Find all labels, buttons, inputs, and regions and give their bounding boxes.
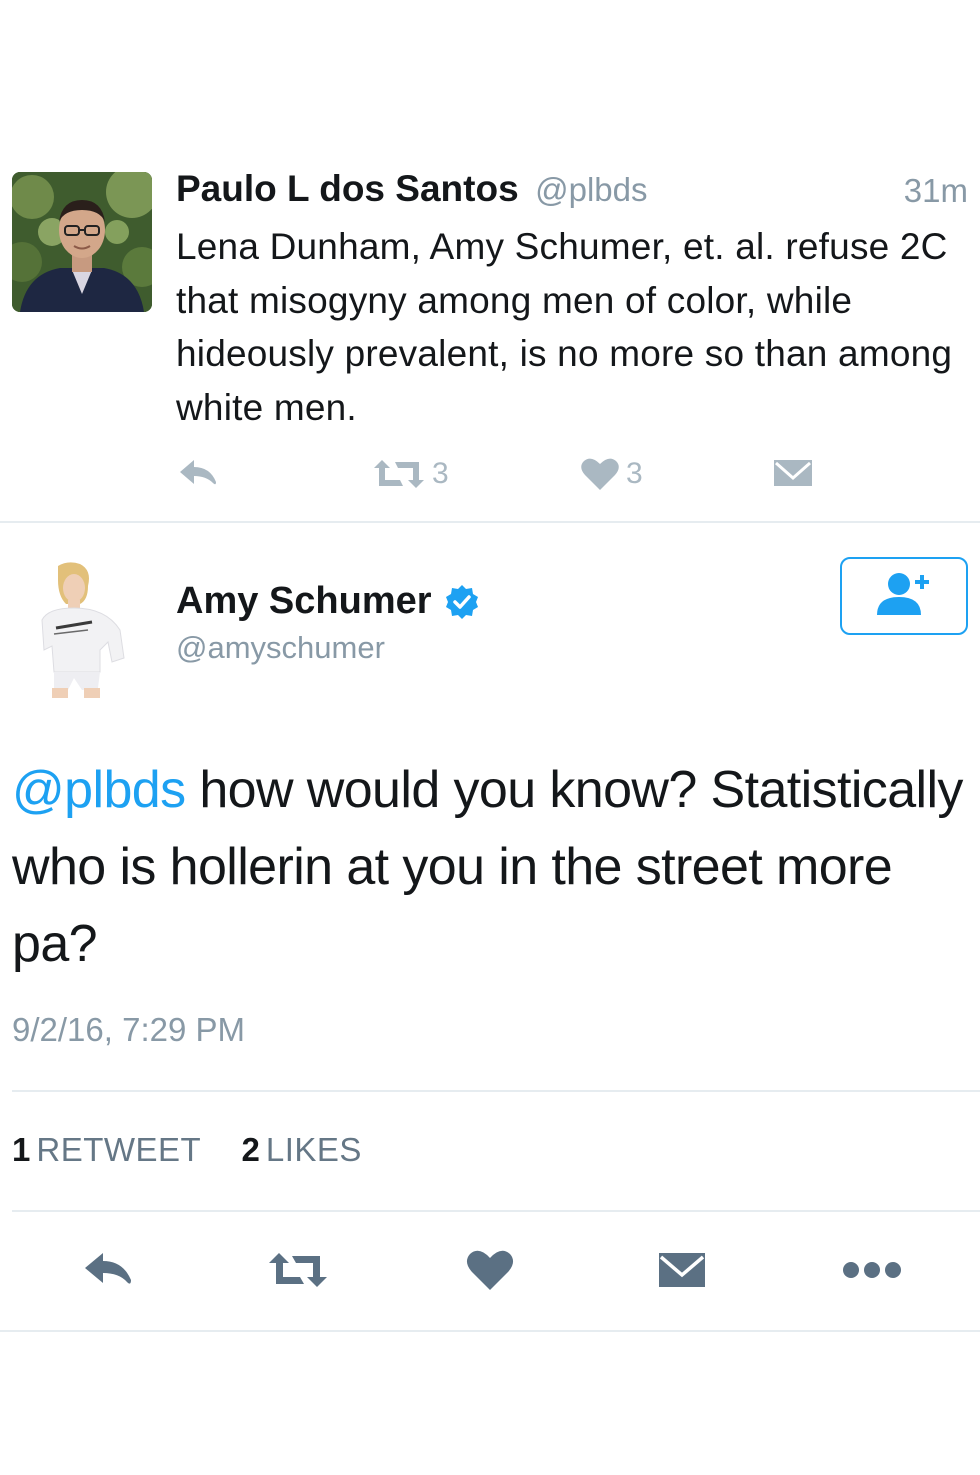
reply-author-avatar[interactable]: [12, 172, 152, 312]
divider: [0, 1330, 980, 1332]
divider: [12, 1090, 980, 1092]
add-user-icon: [873, 569, 935, 624]
reply-icon: [176, 456, 222, 492]
reply-retweet-count: 3: [432, 457, 449, 490]
like-button[interactable]: [460, 1244, 520, 1300]
reply-like-count: 3: [626, 457, 643, 490]
heart-icon: [580, 456, 620, 492]
divider: [12, 1210, 980, 1212]
tweet-mention-link[interactable]: @plbds: [12, 761, 186, 819]
more-button[interactable]: [842, 1244, 902, 1300]
likes-label: LIKES: [265, 1131, 362, 1168]
heart-icon: [466, 1248, 514, 1297]
reply-author-handle[interactable]: @plbds: [535, 171, 647, 208]
tweet-author-name[interactable]: Amy Schumer: [176, 580, 432, 623]
verified-badge-icon: [444, 584, 480, 620]
envelope-icon: [772, 456, 814, 492]
reply-message-button[interactable]: [772, 450, 814, 498]
tweet-timestamp: 9/2/16, 7:29 PM: [12, 1011, 245, 1048]
reply-reply-button[interactable]: [176, 450, 222, 498]
likes-stat[interactable]: 2 LIKES: [242, 1131, 362, 1168]
follow-button[interactable]: [840, 557, 968, 635]
reply-button[interactable]: [78, 1244, 138, 1300]
retweets-stat[interactable]: 1 RETWEET: [12, 1131, 210, 1168]
tweet-action-bar: [0, 1244, 980, 1300]
message-button[interactable]: [652, 1244, 712, 1300]
divider: [0, 521, 980, 523]
reply-action-bar: 3 3: [176, 450, 876, 498]
retweets-label: RETWEET: [36, 1131, 202, 1168]
tweet-avatar-photo: [28, 560, 138, 700]
tweet-author-name-row: Amy Schumer: [176, 580, 480, 623]
reply-tweet[interactable]: Paulo L dos Santos @plbds 31m Lena Dunha…: [0, 0, 980, 522]
reply-like-button[interactable]: 3: [580, 450, 643, 498]
reply-retweet-button[interactable]: 3: [372, 450, 449, 498]
reply-author-name[interactable]: Paulo L dos Santos: [176, 168, 519, 209]
tweet-author-avatar[interactable]: [28, 560, 138, 700]
reply-icon: [81, 1250, 135, 1295]
envelope-icon: [656, 1249, 708, 1296]
retweets-count: 1: [12, 1131, 31, 1168]
tweet-stats: 1 RETWEET 2 LIKES: [12, 1131, 362, 1169]
reply-text: Lena Dunham, Amy Schumer, et. al. refuse…: [176, 226, 953, 428]
reply-header: Paulo L dos Santos @plbds 31m: [176, 168, 970, 214]
likes-count: 2: [241, 1131, 260, 1168]
retweet-icon: [267, 1250, 329, 1295]
reply-timestamp[interactable]: 31m: [904, 172, 968, 210]
reply-avatar-photo: [12, 172, 152, 312]
retweet-button[interactable]: [268, 1244, 328, 1300]
tweet-text: @plbds how would you know? Statistically…: [12, 752, 972, 983]
tweet-author-handle[interactable]: @amyschumer: [176, 630, 385, 666]
retweet-icon: [372, 456, 426, 492]
more-dots-icon: [841, 1260, 903, 1285]
